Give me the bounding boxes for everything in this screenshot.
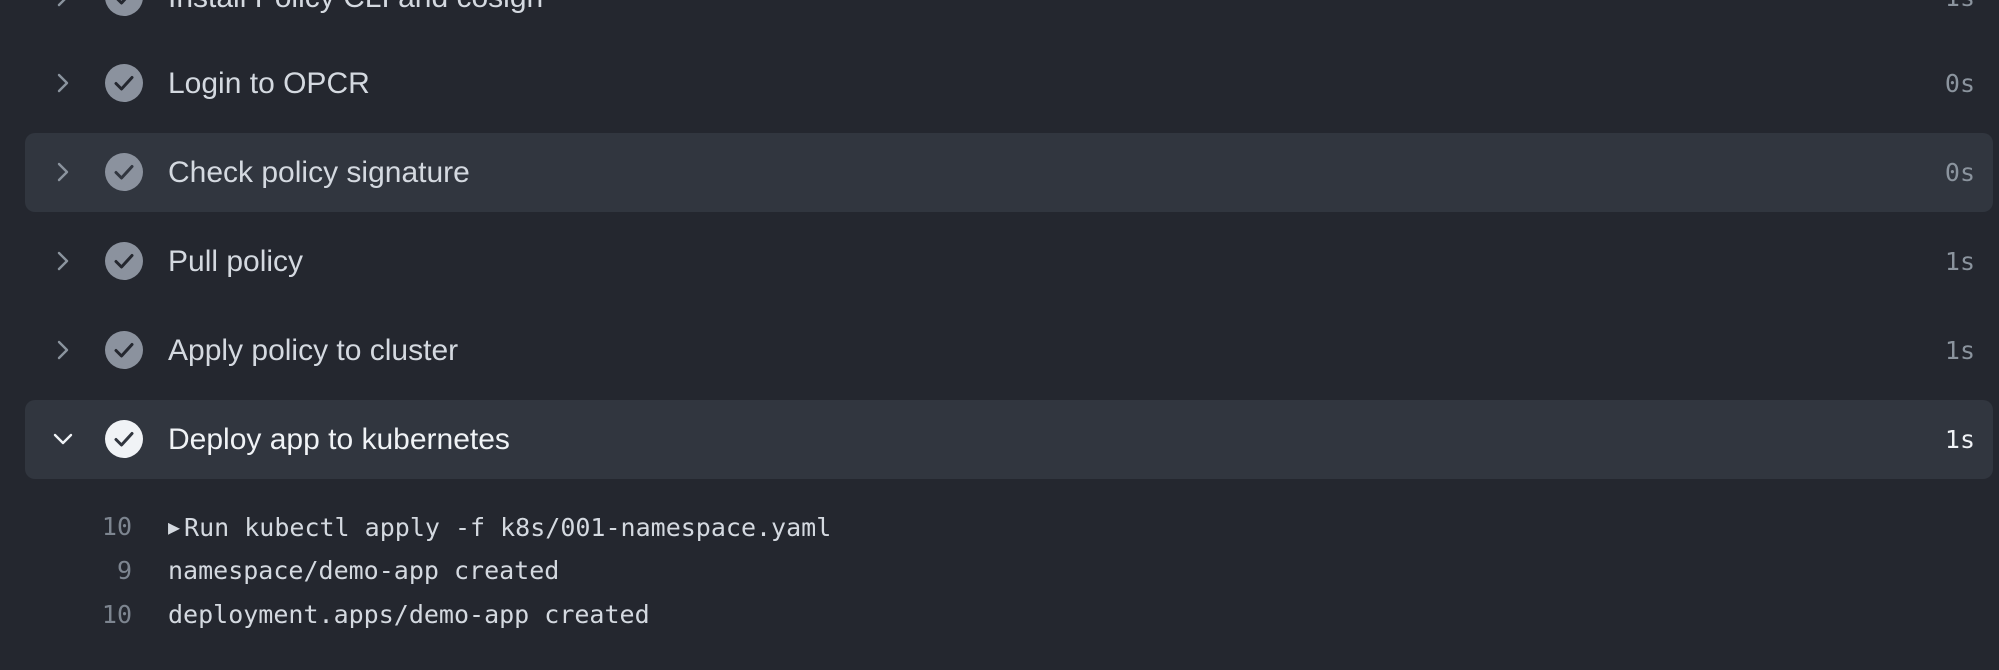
step-duration: 1s xyxy=(1944,247,1975,276)
step-label: Login to OPCR xyxy=(168,67,370,100)
chevron-right-icon xyxy=(57,162,69,182)
log-text: deployment.apps/demo-app created xyxy=(168,600,650,629)
step-duration: 1s xyxy=(1944,336,1975,365)
chevron-right-icon xyxy=(57,73,69,93)
step-duration: 1s xyxy=(1944,425,1975,454)
chevron-down-icon xyxy=(53,433,73,445)
check-circle-icon xyxy=(105,153,143,191)
line-number[interactable]: 10 xyxy=(60,505,132,549)
chevron-right-icon xyxy=(57,340,69,360)
step-row-apply-policy-to-cluster[interactable]: Apply policy to cluster 1s xyxy=(25,311,1993,390)
step-duration: 0s xyxy=(1944,158,1975,187)
step-duration: 0s xyxy=(1944,69,1975,98)
check-circle-icon xyxy=(105,64,143,102)
triangle-right-icon[interactable]: ▶ xyxy=(168,505,180,549)
line-number[interactable]: 10 xyxy=(60,593,132,637)
check-circle-icon xyxy=(105,420,143,458)
line-number[interactable]: 9 xyxy=(60,549,132,593)
step-label: Deploy app to kubernetes xyxy=(168,423,510,456)
log-text: Run kubectl apply -f k8s/001-namespace.y… xyxy=(184,513,832,542)
check-circle-icon xyxy=(105,0,143,16)
step-row-install-policy-cli[interactable]: Install Policy CLI and cosign 1s xyxy=(25,0,1993,37)
step-label: Check policy signature xyxy=(168,156,470,189)
chevron-right-icon xyxy=(57,251,69,271)
step-label: Apply policy to cluster xyxy=(168,334,459,367)
check-circle-icon xyxy=(105,331,143,369)
log-text: namespace/demo-app created xyxy=(168,556,560,585)
step-row-login-to-opcr[interactable]: Login to OPCR 0s xyxy=(25,44,1993,123)
step-duration: 1s xyxy=(1945,0,1975,37)
step-row-pull-policy[interactable]: Pull policy 1s xyxy=(25,222,1993,301)
step-label: Install Policy CLI and cosign xyxy=(168,0,543,37)
chevron-right-icon xyxy=(57,0,66,7)
step-row-check-policy-signature[interactable]: Check policy signature 0s xyxy=(25,133,1993,212)
step-row-deploy-app-to-kubernetes[interactable]: Deploy app to kubernetes 1s xyxy=(25,400,1993,479)
step-label: Pull policy xyxy=(168,245,304,278)
check-circle-icon xyxy=(105,242,143,280)
